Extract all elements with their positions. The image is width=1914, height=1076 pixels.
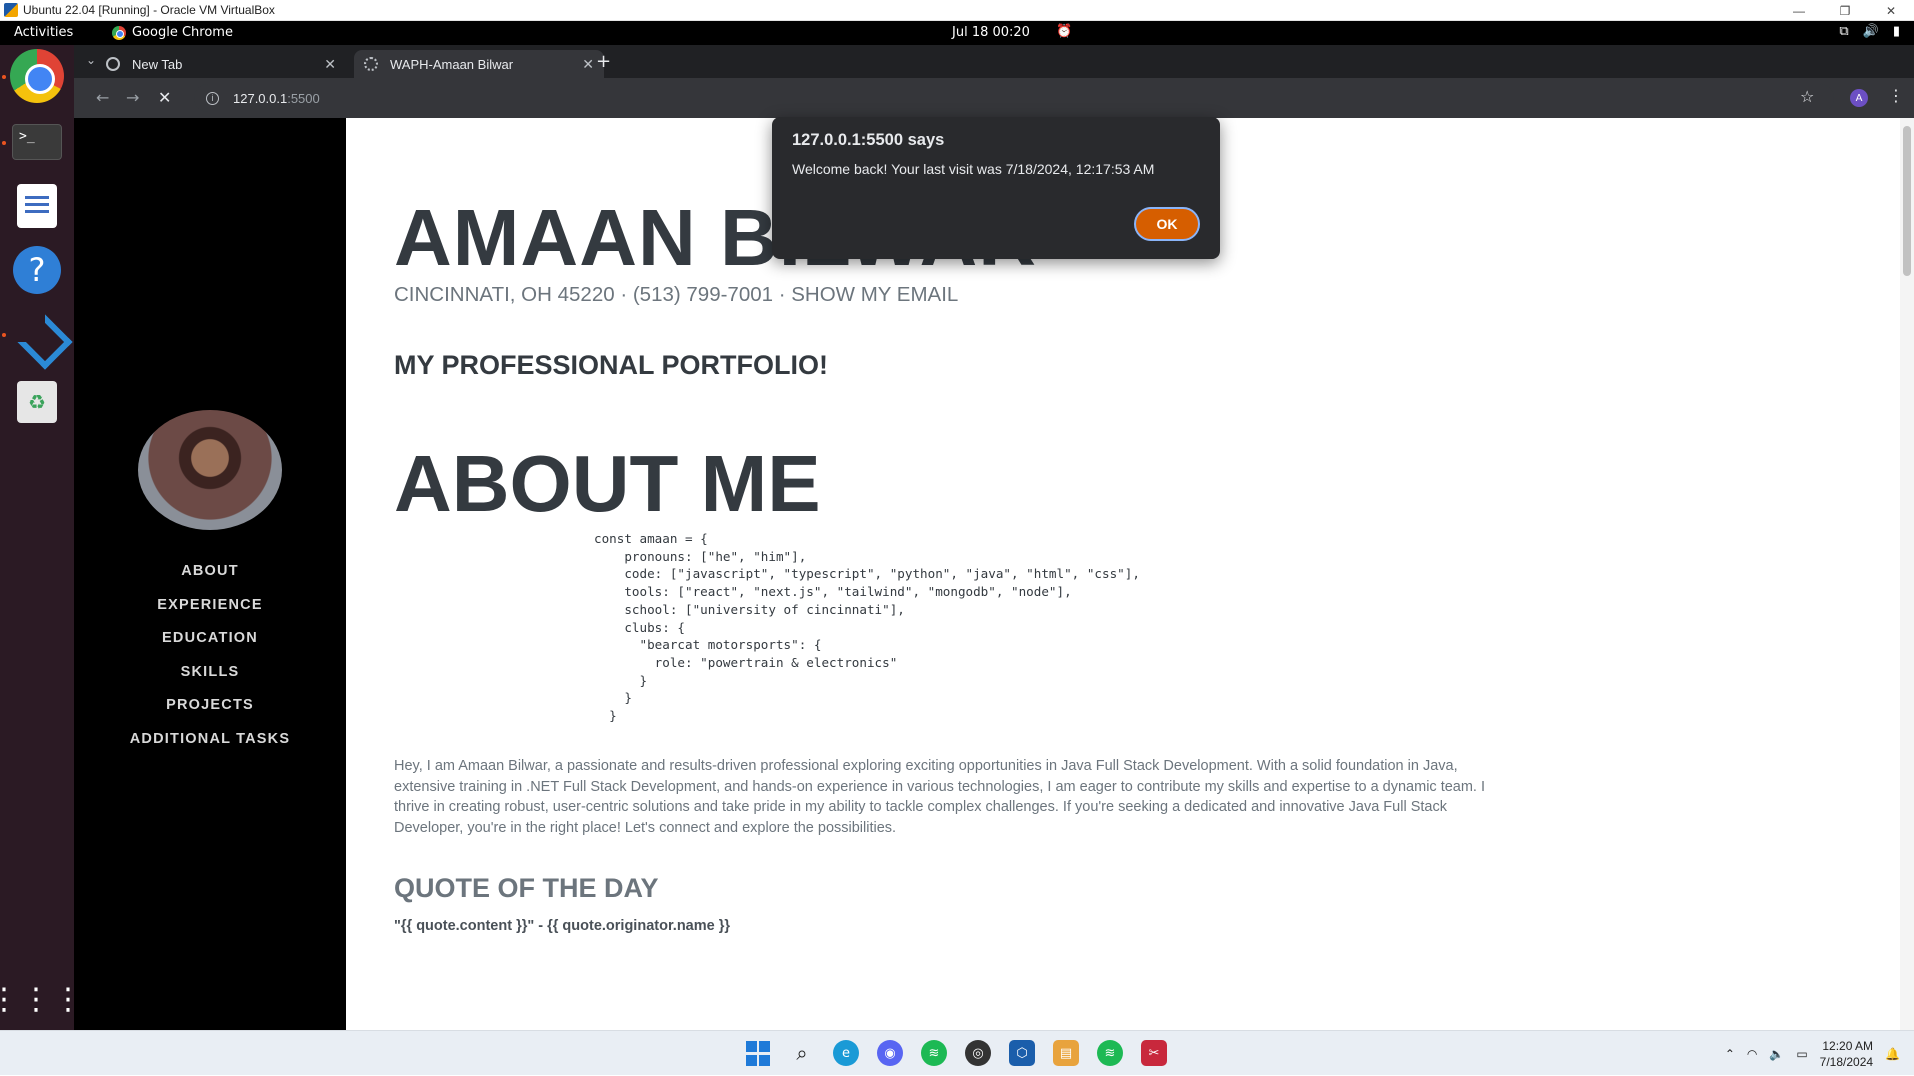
- tab-search-button[interactable]: ⌄: [86, 53, 96, 67]
- ubuntu-dock: >_ ? ♻ ⋮⋮⋮: [0, 45, 83, 1030]
- windows-tray: ⌃ ◠ 🔈 ▭ 12:20 AM 7/18/2024 🔔: [1725, 1031, 1914, 1076]
- alert-dialog: 127.0.0.1:5500 says Welcome back! Your l…: [772, 117, 1220, 259]
- taskbar-clock[interactable]: 12:20 AM 7/18/2024: [1820, 1038, 1873, 1070]
- sidebar: ABOUT EXPERIENCE EDUCATION SKILLS PROJEC…: [74, 118, 346, 1030]
- trash-icon: ♻: [17, 381, 57, 423]
- clock[interactable]: Jul 18 00:20: [952, 25, 1030, 40]
- site-info-icon[interactable]: i: [206, 91, 219, 105]
- close-tab-icon[interactable]: ✕: [582, 56, 594, 73]
- vscode-icon: [13, 310, 61, 358]
- loading-icon: [364, 57, 378, 71]
- running-indicator: [2, 333, 6, 337]
- quote-heading: QUOTE OF THE DAY: [394, 873, 659, 903]
- windows-taskbar: ⌕ e ◉ ≋ ◎ ⬡ ▤ ≋ ✂ ⌃ ◠ 🔈 ▭ 12:20 AM 7/18/…: [0, 1030, 1914, 1075]
- text-editor-icon: [17, 184, 57, 228]
- ok-button[interactable]: OK: [1134, 207, 1200, 241]
- stop-loading-icon[interactable]: ✕: [158, 88, 171, 107]
- dock-chrome[interactable]: [10, 49, 64, 103]
- sidebar-nav: ABOUT EXPERIENCE EDUCATION SKILLS PROJEC…: [74, 555, 346, 757]
- chrome-menu-icon[interactable]: ⋮: [1888, 86, 1904, 105]
- bookmark-star-icon[interactable]: ☆: [1800, 87, 1814, 106]
- volume-icon: 🔊: [1862, 24, 1879, 39]
- chrome-icon: [112, 25, 126, 40]
- quote-text: "{{ quote.content }}" - {{ quote.origina…: [394, 918, 731, 934]
- dialog-title: 127.0.0.1:5500 says: [792, 131, 945, 149]
- tab-new-tab[interactable]: New Tab ✕: [96, 50, 346, 78]
- tab-label: WAPH-Amaan Bilwar: [390, 56, 514, 72]
- restore-icon[interactable]: ❐: [1822, 0, 1868, 21]
- forward-icon[interactable]: →: [126, 88, 139, 107]
- search-icon[interactable]: ⌕: [789, 1040, 815, 1066]
- bio-paragraph: Hey, I am Amaan Bilwar, a passionate and…: [394, 758, 1486, 836]
- page-scrollbar[interactable]: [1900, 118, 1914, 1030]
- app-grid-icon: ⋮⋮⋮: [0, 982, 85, 1017]
- spotify-icon[interactable]: ≋: [921, 1040, 947, 1066]
- file-explorer-icon[interactable]: ▤: [1053, 1040, 1079, 1066]
- app-menu-label: Google Chrome: [132, 25, 233, 40]
- dock-vscode[interactable]: [10, 307, 64, 361]
- nav-experience[interactable]: EXPERIENCE: [74, 589, 346, 623]
- scrollbar-thumb[interactable]: [1903, 126, 1911, 276]
- battery-icon[interactable]: ▭: [1796, 1047, 1807, 1061]
- profile-photo: [138, 410, 282, 530]
- edge-icon[interactable]: e: [833, 1040, 859, 1066]
- dialog-message: Welcome back! Your last visit was 7/18/2…: [792, 161, 1155, 177]
- nav-projects[interactable]: PROJECTS: [74, 689, 346, 723]
- chrome-icon: [10, 49, 64, 103]
- nav-education[interactable]: EDUCATION: [74, 622, 346, 656]
- tab-strip: ⌄ New Tab ✕ WAPH-Amaan Bilwar ✕ +: [74, 45, 1914, 78]
- volume-icon[interactable]: 🔈: [1769, 1047, 1784, 1061]
- obs-icon[interactable]: ◎: [965, 1040, 991, 1066]
- new-tab-button[interactable]: +: [596, 51, 611, 72]
- code-snippet: const amaan = { pronouns: ["he", "him"],…: [594, 531, 1140, 724]
- snipping-tool-icon[interactable]: ✂: [1141, 1040, 1167, 1066]
- virtualbox-title: Ubuntu 22.04 [Running] - Oracle VM Virtu…: [23, 3, 275, 17]
- running-indicator: [2, 75, 6, 79]
- windows-start-icon[interactable]: [745, 1040, 771, 1066]
- profile-avatar[interactable]: A: [1850, 89, 1868, 107]
- dock-trash[interactable]: ♻: [10, 375, 64, 429]
- chrome-icon: [106, 57, 120, 71]
- battery-icon: ▮: [1892, 24, 1900, 39]
- taskbar-date: 7/18/2024: [1819, 1054, 1874, 1069]
- discord-icon[interactable]: ◉: [877, 1040, 903, 1066]
- browser-toolbar: ← → ✕ i 127.0.0.1:5500 ☆ A ⋮: [74, 78, 1914, 118]
- dock-help[interactable]: ?: [10, 243, 64, 297]
- nav-skills[interactable]: SKILLS: [74, 656, 346, 690]
- url-port: :5500: [287, 90, 320, 106]
- network-icon: ⧉: [1839, 24, 1849, 39]
- activities-button[interactable]: Activities: [14, 25, 73, 40]
- help-icon: ?: [13, 246, 61, 294]
- close-tab-icon[interactable]: ✕: [324, 56, 336, 73]
- virtualbox-icon[interactable]: ⬡: [1009, 1040, 1035, 1066]
- dock-text-editor[interactable]: [10, 179, 64, 233]
- nav-additional-tasks[interactable]: ADDITIONAL TASKS: [74, 723, 346, 757]
- tab-waph[interactable]: WAPH-Amaan Bilwar ✕: [354, 50, 604, 78]
- wifi-icon[interactable]: ◠: [1747, 1047, 1757, 1061]
- portfolio-subheading: MY PROFESSIONAL PORTFOLIO!: [394, 350, 829, 380]
- gnome-top-bar: Activities Google Chrome Jul 18 00:20 ⏰ …: [0, 21, 1914, 45]
- address-bar[interactable]: i 127.0.0.1:5500: [194, 84, 1834, 112]
- app-menu[interactable]: Google Chrome: [112, 25, 233, 40]
- running-indicator: [2, 141, 6, 145]
- chevron-up-icon[interactable]: ⌃: [1725, 1047, 1735, 1061]
- virtualbox-title-bar: Ubuntu 22.04 [Running] - Oracle VM Virtu…: [0, 0, 1914, 21]
- terminal-icon: >_: [12, 124, 62, 160]
- close-icon[interactable]: ✕: [1868, 0, 1914, 21]
- notification-bell-icon[interactable]: 🔔: [1885, 1047, 1900, 1061]
- back-icon[interactable]: ←: [96, 88, 109, 107]
- nav-about[interactable]: ABOUT: [74, 555, 346, 589]
- about-heading: ABOUT ME: [394, 439, 821, 528]
- contact-line[interactable]: CINCINNATI, OH 45220 · (513) 799-7001 · …: [394, 283, 958, 307]
- tab-label: New Tab: [132, 56, 183, 72]
- system-tray[interactable]: ⧉ 🔊 ▮: [1839, 24, 1900, 39]
- alarm-icon: ⏰: [1056, 24, 1073, 39]
- url-host: 127.0.0.1: [233, 90, 288, 106]
- show-apps-button[interactable]: ⋮⋮⋮: [0, 973, 83, 1027]
- virtualbox-logo-icon: [4, 3, 18, 17]
- taskbar-time: 12:20 AM: [1822, 1038, 1874, 1053]
- dock-terminal[interactable]: >_: [10, 115, 64, 169]
- spotify-icon[interactable]: ≋: [1097, 1040, 1123, 1066]
- minimize-icon[interactable]: —: [1776, 0, 1822, 21]
